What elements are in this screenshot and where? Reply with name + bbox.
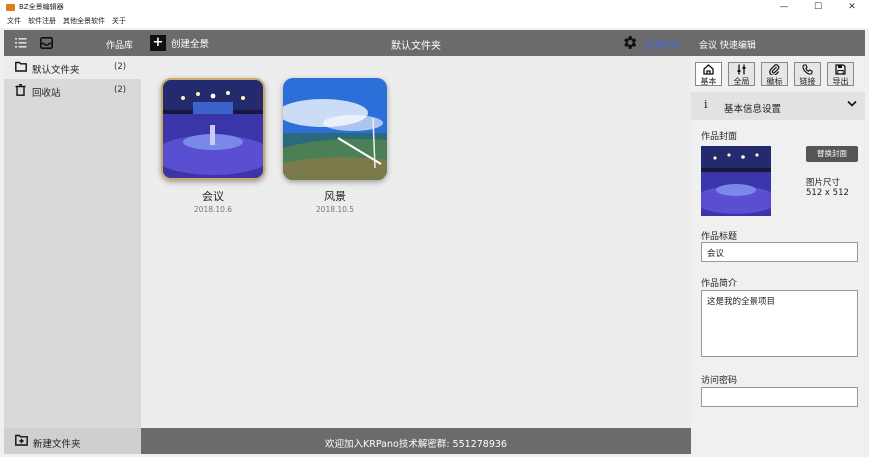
tab-export[interactable]: 导出 (827, 62, 854, 86)
maximize-button[interactable]: ☐ (801, 0, 835, 14)
tab-label: 基本 (700, 77, 717, 86)
folder-sidebar: 作品库 默认文件夹 (2) 回收站 (2) 新建文件夹 (4, 30, 141, 454)
intro-textarea[interactable]: 这是我的全景项目 (701, 290, 858, 357)
current-folder-title: 默认文件夹 (391, 41, 441, 52)
menu-bar: 文件 软件注册 其他全景软件 关于 (0, 14, 869, 28)
menu-about[interactable]: 关于 (112, 16, 126, 26)
inbox-icon[interactable] (40, 37, 53, 52)
window-controls: — ☐ ✕ (767, 0, 869, 14)
title-label: 作品标题 (701, 232, 738, 242)
cover-label: 作品封面 (701, 132, 738, 142)
new-folder-button[interactable]: 新建文件夹 (4, 428, 141, 454)
tab-link[interactable]: 链接 (794, 62, 821, 86)
menu-register[interactable]: 软件注册 (28, 16, 56, 26)
tab-label: 导出 (832, 77, 849, 86)
folder-count: (2) (114, 62, 127, 72)
edit-tabs: 基本 全局 徽标 链接 导出 (691, 56, 865, 86)
tab-label: 全局 (733, 77, 750, 86)
folder-item-default[interactable]: 默认文件夹 (2) (4, 56, 141, 79)
close-button[interactable]: ✕ (835, 0, 869, 14)
footer-note: 欢迎加入KRPano技术解密群: 551278936 (325, 439, 507, 450)
project-date: 2018.10.6 (193, 205, 233, 214)
tab-label: 链接 (799, 77, 816, 86)
cover-image (701, 146, 771, 216)
folder-count: (2) (114, 85, 127, 95)
quick-edit-panel: 会议 快速编辑 基本 全局 徽标 链接 导出 i 基本信息设置 作品封面 替换封… (691, 30, 865, 454)
new-folder-label: 新建文件夹 (33, 439, 81, 450)
meeting-thumbnail (161, 78, 265, 180)
basic-info-section-header[interactable]: i 基本信息设置 (691, 92, 865, 120)
replace-cover-button[interactable]: 替换封面 (806, 146, 858, 162)
add-folder-icon (15, 434, 28, 449)
scenery-thumbnail (283, 78, 387, 180)
gear-icon[interactable] (621, 34, 638, 54)
create-panorama-button[interactable]: + 创建全景 (150, 35, 209, 51)
info-icon: i (704, 98, 708, 111)
project-date: 2018.10.5 (315, 205, 355, 214)
trash-icon (15, 84, 26, 99)
gallery-header: + 创建全景 默认文件夹 注册软件 (141, 30, 691, 56)
quick-edit-title: 会议 快速编辑 (699, 41, 756, 51)
chevron-down-icon (847, 100, 857, 111)
create-panorama-label: 创建全景 (171, 39, 210, 50)
project-name: 会议 (202, 190, 224, 203)
folder-icon (15, 61, 27, 75)
tab-label: 徽标 (766, 77, 783, 86)
title-bar: BZ全景编辑器 — ☐ ✕ (0, 0, 869, 14)
register-software-link[interactable]: 注册软件 (644, 38, 680, 51)
project-card-meeting[interactable]: 会议 2018.10.6 (161, 78, 265, 214)
section-title: 基本信息设置 (724, 104, 782, 115)
window-title: BZ全景编辑器 (19, 3, 64, 11)
tab-logo[interactable]: 徽标 (761, 62, 788, 86)
menu-file[interactable]: 文件 (7, 16, 21, 26)
image-size-value: 512 x 512 (806, 188, 849, 198)
library-label: 作品库 (105, 41, 133, 51)
folder-name: 回收站 (32, 88, 61, 99)
folder-name: 默认文件夹 (32, 65, 80, 76)
plus-icon: + (150, 35, 166, 51)
app-icon (6, 3, 15, 11)
image-size-label: 图片尺寸 (806, 178, 841, 188)
folder-item-trash[interactable]: 回收站 (2) (4, 79, 141, 102)
tab-basic[interactable]: 基本 (695, 62, 722, 86)
list-menu-icon[interactable] (15, 37, 27, 52)
intro-label: 作品简介 (701, 279, 738, 289)
password-input[interactable] (701, 387, 858, 407)
password-label: 访问密码 (701, 376, 738, 386)
project-gallery: + 创建全景 默认文件夹 注册软件 会议 2018.10.6 风景 2018.1… (141, 30, 691, 454)
project-name: 风景 (324, 190, 346, 203)
minimize-button[interactable]: — (767, 0, 801, 14)
tab-global[interactable]: 全局 (728, 62, 755, 86)
menu-other-software[interactable]: 其他全景软件 (63, 16, 105, 26)
status-bar: 欢迎加入KRPano技术解密群: 551278936 (141, 428, 691, 454)
project-card-scenery[interactable]: 风景 2018.10.5 (283, 78, 387, 214)
sidebar-header: 作品库 (4, 30, 141, 56)
quick-edit-header: 会议 快速编辑 (691, 30, 865, 56)
title-input[interactable]: 会议 (701, 242, 858, 262)
